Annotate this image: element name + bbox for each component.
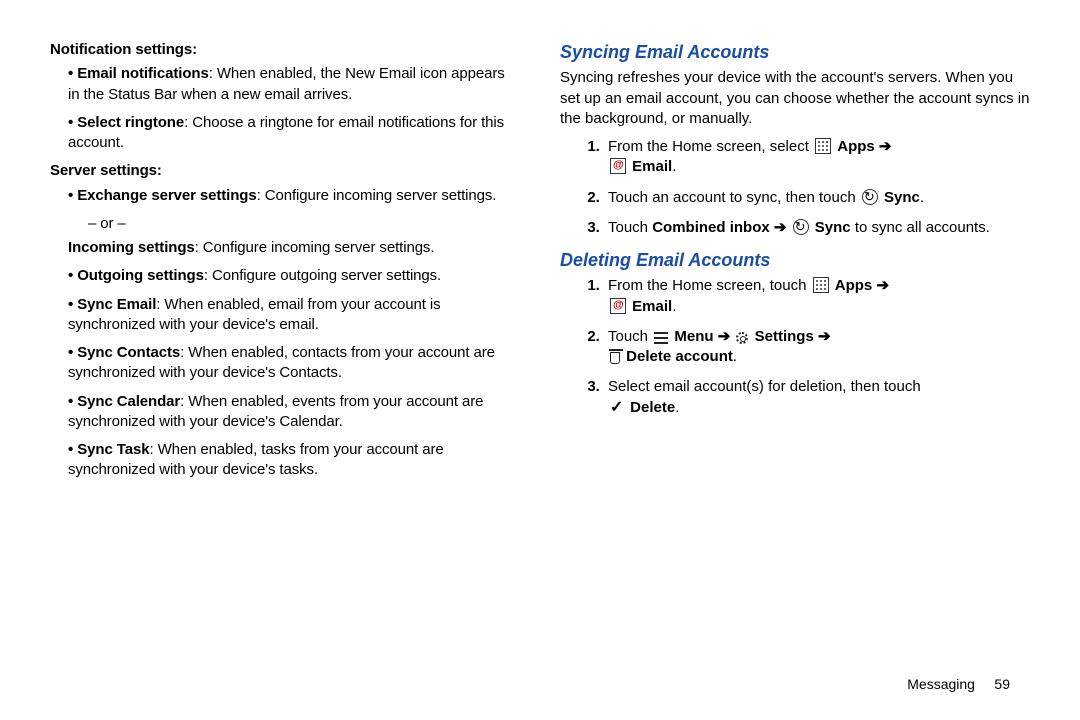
apps-grid-icon: [815, 138, 831, 154]
right-column: Syncing Email Accounts Syncing refreshes…: [560, 40, 1030, 700]
list-item: Email notifications: When enabled, the N…: [68, 64, 520, 105]
manual-page: Notification settings: Email notificatio…: [0, 0, 1080, 720]
email-icon: [610, 158, 626, 174]
apps-grid-icon: [813, 277, 829, 293]
server-heading: Server settings:: [50, 161, 520, 181]
list-item: Exchange server settings: Configure inco…: [68, 186, 520, 206]
step-item: Touch Menu ➔ Settings ➔ Delete account.: [604, 327, 1030, 368]
list-item: Sync Contacts: When enabled, contacts fr…: [68, 343, 520, 384]
list-item: Sync Calendar: When enabled, events from…: [68, 392, 520, 433]
syncing-steps: From the Home screen, select Apps ➔ Emai…: [560, 137, 1030, 238]
step-item: From the Home screen, touch Apps ➔ Email…: [604, 276, 1030, 317]
section-title-syncing: Syncing Email Accounts: [560, 40, 1030, 64]
step-item: From the Home screen, select Apps ➔ Emai…: [604, 137, 1030, 178]
server-list-rest: Outgoing settings: Configure outgoing se…: [50, 266, 520, 480]
server-list: Exchange server settings: Configure inco…: [50, 186, 520, 206]
list-item: Select ringtone: Choose a ringtone for e…: [68, 113, 520, 154]
left-column: Notification settings: Email notificatio…: [50, 40, 520, 700]
step-item: Select email account(s) for deletion, th…: [604, 377, 1030, 418]
step-item: Touch an account to sync, then touch Syn…: [604, 188, 1030, 208]
incoming-settings-line: Incoming settings: Configure incoming se…: [68, 238, 520, 258]
syncing-intro: Syncing refreshes your device with the a…: [560, 68, 1030, 129]
settings-icon: [736, 332, 748, 344]
menu-icon: [654, 332, 668, 344]
step-item: Touch Combined inbox ➔ Sync to sync all …: [604, 218, 1030, 238]
list-item: Sync Email: When enabled, email from you…: [68, 295, 520, 336]
notification-list: Email notifications: When enabled, the N…: [50, 64, 520, 153]
notification-heading: Notification settings:: [50, 40, 520, 60]
page-footer: Messaging 59: [907, 675, 1010, 694]
section-title-deleting: Deleting Email Accounts: [560, 248, 1030, 272]
trash-icon: [610, 352, 620, 364]
section-name: Messaging: [907, 676, 975, 692]
email-icon: [610, 298, 626, 314]
page-number: 59: [994, 676, 1010, 692]
sync-icon: [793, 219, 809, 235]
or-separator: – or –: [88, 214, 520, 234]
check-icon: [610, 401, 624, 415]
deleting-steps: From the Home screen, touch Apps ➔ Email…: [560, 276, 1030, 418]
list-item: Sync Task: When enabled, tasks from your…: [68, 440, 520, 481]
sync-icon: [862, 189, 878, 205]
list-item: Outgoing settings: Configure outgoing se…: [68, 266, 520, 286]
